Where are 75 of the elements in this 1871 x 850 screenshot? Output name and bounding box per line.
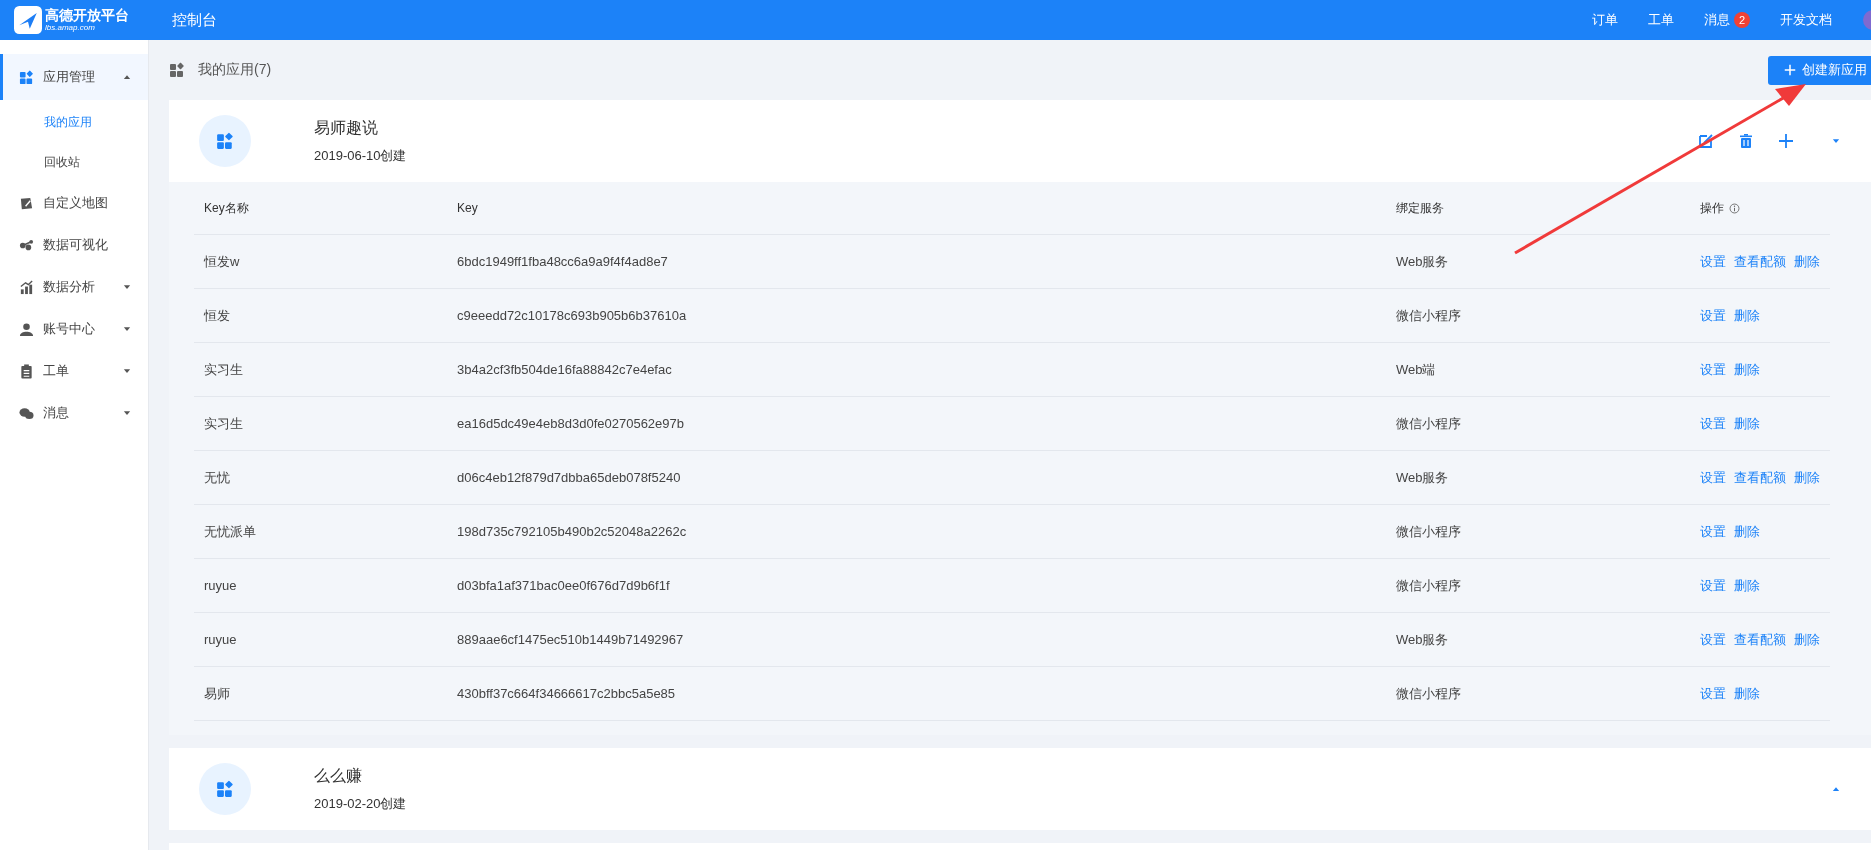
action-link[interactable]: 删除 xyxy=(1734,414,1760,433)
table-cell: 恒发w xyxy=(204,252,240,271)
sidebar-item[interactable]: 账号中心 xyxy=(0,308,148,350)
nav-link[interactable]: 工单 xyxy=(1648,11,1674,29)
table-cell: Web服务 xyxy=(1396,468,1449,487)
created-date: 2019-06-10创建 xyxy=(314,146,407,165)
nav-link[interactable]: 开发文档 xyxy=(1780,11,1832,29)
sidebar-item[interactable]: 工单 xyxy=(0,350,148,392)
table-cell: 430bff37c664f34666617c2bbc5a5e85 xyxy=(457,686,676,701)
table-cell: d03bfa1af371bac0ee0f676d7d9b6f1f xyxy=(457,578,670,593)
logo-subtitle: lbs.amap.com xyxy=(45,24,96,32)
app-name: 易师趣说 xyxy=(314,117,379,138)
action-link[interactable]: 设置 xyxy=(1700,414,1726,433)
action-link[interactable]: 删除 xyxy=(1794,468,1820,487)
action-link[interactable]: 删除 xyxy=(1734,360,1760,379)
table-cell: 易师 xyxy=(204,684,230,703)
action-link[interactable]: 设置 xyxy=(1700,684,1726,703)
table-cell: c9eeedd72c10178c693b905b6b37610a xyxy=(457,308,687,323)
table-cell: 198d735c792105b490b2c52048a2262c xyxy=(457,524,687,539)
table-cell: ruyue xyxy=(204,578,237,593)
table-cell: Web服务 xyxy=(1396,630,1449,649)
action-link[interactable]: 删除 xyxy=(1734,306,1760,325)
create-app-button[interactable]: 创建新应用 xyxy=(1768,55,1871,85)
table-cell: 无忧派单 xyxy=(204,522,256,541)
action-link[interactable]: 设置 xyxy=(1700,468,1726,487)
action-link[interactable]: 删除 xyxy=(1734,522,1760,541)
table-cell: 微信小程序 xyxy=(1396,414,1461,433)
column-header: 绑定服务 xyxy=(1396,199,1444,217)
action-link[interactable]: 设置 xyxy=(1700,576,1726,595)
table-cell: Web端 xyxy=(1396,360,1436,379)
table-cell: 实习生 xyxy=(204,414,243,433)
page-title: 我的应用(7) xyxy=(198,61,272,79)
created-date: 2019-02-20创建 xyxy=(314,794,407,813)
sidebar-item[interactable]: 数据可视化 xyxy=(0,224,148,266)
action-link[interactable]: 设置 xyxy=(1700,522,1726,541)
logo-title: 高德开放平台 xyxy=(45,8,129,22)
console-title: 控制台 xyxy=(172,10,217,30)
table-cell: 微信小程序 xyxy=(1396,684,1461,703)
table-cell: 无忧 xyxy=(204,468,230,487)
sidebar-item[interactable]: 应用管理 xyxy=(0,54,148,100)
submenu-item[interactable]: 回收站 xyxy=(0,142,148,182)
table-cell: 微信小程序 xyxy=(1396,306,1461,325)
table-cell: ea16d5dc49e4eb8d3d0fe0270562e97b xyxy=(457,416,684,431)
action-link[interactable]: 删除 xyxy=(1734,684,1760,703)
table-cell: 微信小程序 xyxy=(1396,522,1461,541)
column-header: Key名称 xyxy=(204,199,249,217)
table-cell: 6bdc1949ff1fba48cc6a9a9f4f4ad8e7 xyxy=(457,254,668,269)
table-cell: 恒发 xyxy=(204,306,230,325)
action-link[interactable]: 查看配额 xyxy=(1734,468,1786,487)
sidebar-item[interactable]: 数据分析 xyxy=(0,266,148,308)
action-link[interactable]: 删除 xyxy=(1734,576,1760,595)
action-link[interactable]: 查看配额 xyxy=(1734,630,1786,649)
action-link[interactable]: 删除 xyxy=(1794,252,1820,271)
table-cell: ruyue xyxy=(204,632,237,647)
table-cell: 3b4a2cf3fb504de16fa88842c7e4efac xyxy=(457,362,672,377)
notification-badge: 2 xyxy=(1734,12,1750,28)
column-header: Key xyxy=(457,201,478,215)
table-cell: 微信小程序 xyxy=(1396,576,1461,595)
nav-link[interactable]: 订单 xyxy=(1592,11,1618,29)
action-link[interactable]: 设置 xyxy=(1700,252,1726,271)
action-link[interactable]: 设置 xyxy=(1700,360,1726,379)
action-link[interactable]: 设置 xyxy=(1700,630,1726,649)
action-link[interactable]: 设置 xyxy=(1700,306,1726,325)
table-cell: Web服务 xyxy=(1396,252,1449,271)
action-link[interactable]: 删除 xyxy=(1794,630,1820,649)
nav-link[interactable]: 消息 xyxy=(1704,11,1730,29)
submenu-item[interactable]: 我的应用 xyxy=(0,102,148,142)
sidebar-item[interactable]: 自定义地图 xyxy=(0,182,148,224)
table-cell: 实习生 xyxy=(204,360,243,379)
column-header: 操作 xyxy=(1700,199,1724,217)
action-link[interactable]: 查看配额 xyxy=(1734,252,1786,271)
sidebar-item[interactable]: 消息 xyxy=(0,392,148,434)
table-cell: 889aae6cf1475ec510b1449b71492967 xyxy=(457,632,684,647)
table-cell: d06c4eb12f879d7dbba65deb078f5240 xyxy=(457,470,681,485)
app-name: 么么赚 xyxy=(314,765,363,786)
